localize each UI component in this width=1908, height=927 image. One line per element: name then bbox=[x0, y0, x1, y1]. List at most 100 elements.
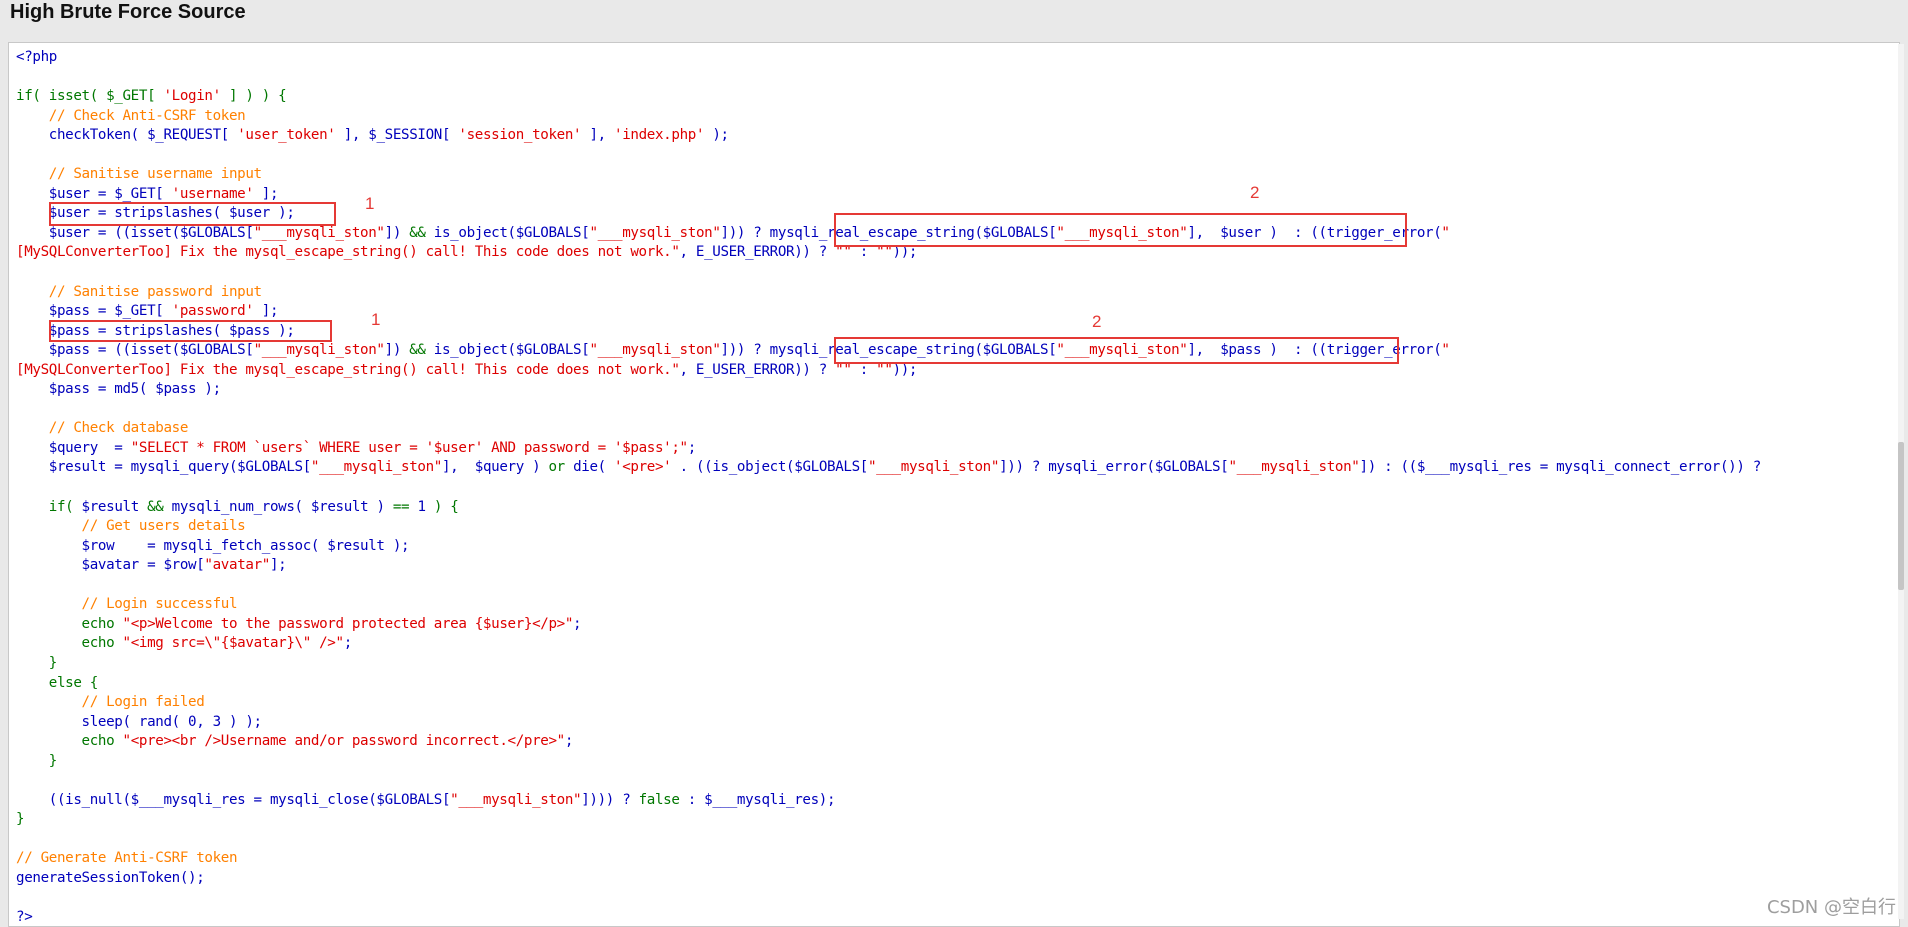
code-token: ]; bbox=[253, 185, 279, 202]
code-token: $query = bbox=[16, 439, 131, 456]
code-token: ((is_null($___mysqli_res = mysqli_close(… bbox=[16, 791, 451, 808]
code-token: $pass = ((isset($GLOBALS[ bbox=[16, 342, 254, 359]
code-token: "___mysqli_ston" bbox=[253, 224, 385, 241]
code-token: '<pre>' bbox=[614, 459, 672, 476]
code-token: or bbox=[548, 459, 565, 476]
code-token: "<p>Welcome to the password protected ar… bbox=[122, 615, 574, 632]
code-token: $user = $_GET[ bbox=[16, 185, 172, 202]
code-token: is_object($GLOBALS[ bbox=[425, 224, 590, 241]
code-token: sleep( rand( 0, 3 ) ); bbox=[16, 713, 263, 730]
marker-user-2: 2 bbox=[1250, 183, 1260, 202]
code-token: "___mysqli_ston" bbox=[1228, 459, 1360, 476]
code-token: die( bbox=[564, 459, 615, 476]
code-token: ]))) ? bbox=[581, 791, 639, 808]
code-token: "<pre><br />Username and/or password inc… bbox=[122, 733, 566, 750]
code-token: ?> bbox=[16, 909, 33, 926]
code-line: $avatar = $row["avatar"]; bbox=[16, 556, 1761, 576]
code-token: $pass = md5( $pass ); bbox=[16, 381, 221, 398]
code-line: // Get users details bbox=[16, 517, 1761, 537]
code-token: && bbox=[409, 224, 426, 241]
code-token: <?php bbox=[16, 49, 57, 65]
php-source-code: <?php if( isset( $_GET[ 'Login' ] ) ) { … bbox=[16, 48, 1761, 926]
code-token: // Generate Anti-CSRF token bbox=[16, 850, 238, 867]
code-line: // Check Anti-CSRF token bbox=[16, 107, 1761, 127]
code-token: echo bbox=[16, 733, 123, 750]
code-token: )); bbox=[892, 361, 918, 378]
code-token: } bbox=[16, 752, 58, 769]
code-line: $result = mysqli_query($GLOBALS[ "___mysq… bbox=[16, 458, 1761, 478]
code-token: mysqli_num_rows( $result ) bbox=[163, 498, 393, 515]
code-token: } bbox=[16, 811, 25, 828]
code-token: echo bbox=[16, 635, 123, 652]
code-token: $row = mysqli_fetch_assoc( $result ); bbox=[16, 537, 410, 554]
code-token: false bbox=[638, 791, 680, 808]
code-line: // Sanitise username input bbox=[16, 165, 1761, 185]
code-token: $user = ((isset($GLOBALS[ bbox=[16, 224, 254, 241]
code-line: ?> bbox=[16, 908, 1761, 926]
code-token: checkToken( $_REQUEST[ bbox=[16, 127, 238, 144]
code-line: // Sanitise password input bbox=[16, 283, 1761, 303]
code-token: [MySQLConverterToo] Fix the mysql_escape… bbox=[16, 244, 680, 261]
vertical-scrollbar[interactable] bbox=[1898, 44, 1904, 919]
code-token: 'password' bbox=[171, 303, 254, 320]
code-token: // Login successful bbox=[16, 596, 238, 613]
source-code-panel: <?php if( isset( $_GET[ 'Login' ] ) ) { … bbox=[8, 42, 1900, 927]
code-line: // Login successful bbox=[16, 595, 1761, 615]
code-token: ; bbox=[343, 635, 353, 652]
scrollbar-thumb[interactable] bbox=[1898, 442, 1904, 590]
code-line: echo "<img src=\"{$avatar}\" />"; bbox=[16, 634, 1761, 654]
code-token: 1 bbox=[417, 498, 426, 515]
code-token: ) { bbox=[425, 498, 459, 515]
code-token: else { bbox=[16, 674, 99, 691]
highlight-pass-escape bbox=[834, 337, 1399, 364]
code-token: "___mysqli_ston" bbox=[867, 459, 1000, 476]
code-token: ); bbox=[704, 127, 729, 144]
code-token: " bbox=[1441, 342, 1450, 359]
page-title: High Brute Force Source bbox=[10, 1, 246, 23]
code-token: "<img src=\"{$avatar}\" />" bbox=[122, 635, 345, 652]
code-token: == bbox=[392, 498, 418, 515]
code-token: ]) : (($___mysqli_res = mysqli_connect_e… bbox=[1359, 459, 1762, 476]
code-token: $result = mysqli_query($GLOBALS[ bbox=[16, 459, 311, 476]
highlight-user-stripslashes bbox=[49, 202, 336, 226]
code-token: "___mysqli_ston" bbox=[253, 342, 385, 359]
code-token: ], $query ) bbox=[441, 459, 549, 476]
code-token: " bbox=[1441, 224, 1450, 241]
code-line: generateSessionToken(); bbox=[16, 869, 1761, 889]
code-line: echo "<pre><br />Username and/or passwor… bbox=[16, 732, 1761, 752]
watermark: CSDN @空白行 bbox=[1766, 897, 1896, 918]
code-token: $pass = $_GET[ bbox=[16, 303, 172, 320]
code-line: $pass = md5( $pass ); bbox=[16, 380, 1761, 400]
code-line: $pass = $_GET[ 'password' ]; bbox=[16, 302, 1761, 322]
code-token: , E_USER_ERROR)) ? bbox=[679, 244, 836, 261]
code-token: ], bbox=[581, 127, 615, 144]
code-token: 'session_token' bbox=[458, 127, 582, 144]
code-token: "___mysqli_ston" bbox=[589, 224, 721, 241]
code-token: ; bbox=[573, 615, 582, 632]
code-token: generateSessionToken(); bbox=[16, 869, 205, 886]
code-line: // Login failed bbox=[16, 693, 1761, 713]
code-token: "SELECT * FROM `users` WHERE user = '$us… bbox=[130, 439, 688, 456]
code-token: "avatar" bbox=[204, 557, 270, 574]
code-line: } bbox=[16, 654, 1761, 674]
code-token: // Check Anti-CSRF token bbox=[16, 107, 246, 124]
highlight-pass-stripslashes bbox=[49, 320, 332, 342]
code-token: "___mysqli_ston" bbox=[450, 791, 582, 808]
code-token: "___mysqli_ston" bbox=[589, 342, 721, 359]
code-line: ((is_null($___mysqli_res = mysqli_close(… bbox=[16, 791, 1761, 811]
code-token: if( bbox=[16, 498, 82, 515]
code-line: $query = "SELECT * FROM `users` WHERE us… bbox=[16, 439, 1761, 459]
code-token: // Check database bbox=[16, 420, 189, 437]
code-token: ]; bbox=[269, 557, 287, 574]
code-line: // Generate Anti-CSRF token bbox=[16, 849, 1761, 869]
code-token: } bbox=[16, 654, 58, 671]
code-line: else { bbox=[16, 674, 1761, 694]
code-token: ] ) ) { bbox=[220, 88, 287, 105]
code-token: // Sanitise username input bbox=[16, 166, 262, 183]
code-token: 'username' bbox=[171, 185, 254, 202]
